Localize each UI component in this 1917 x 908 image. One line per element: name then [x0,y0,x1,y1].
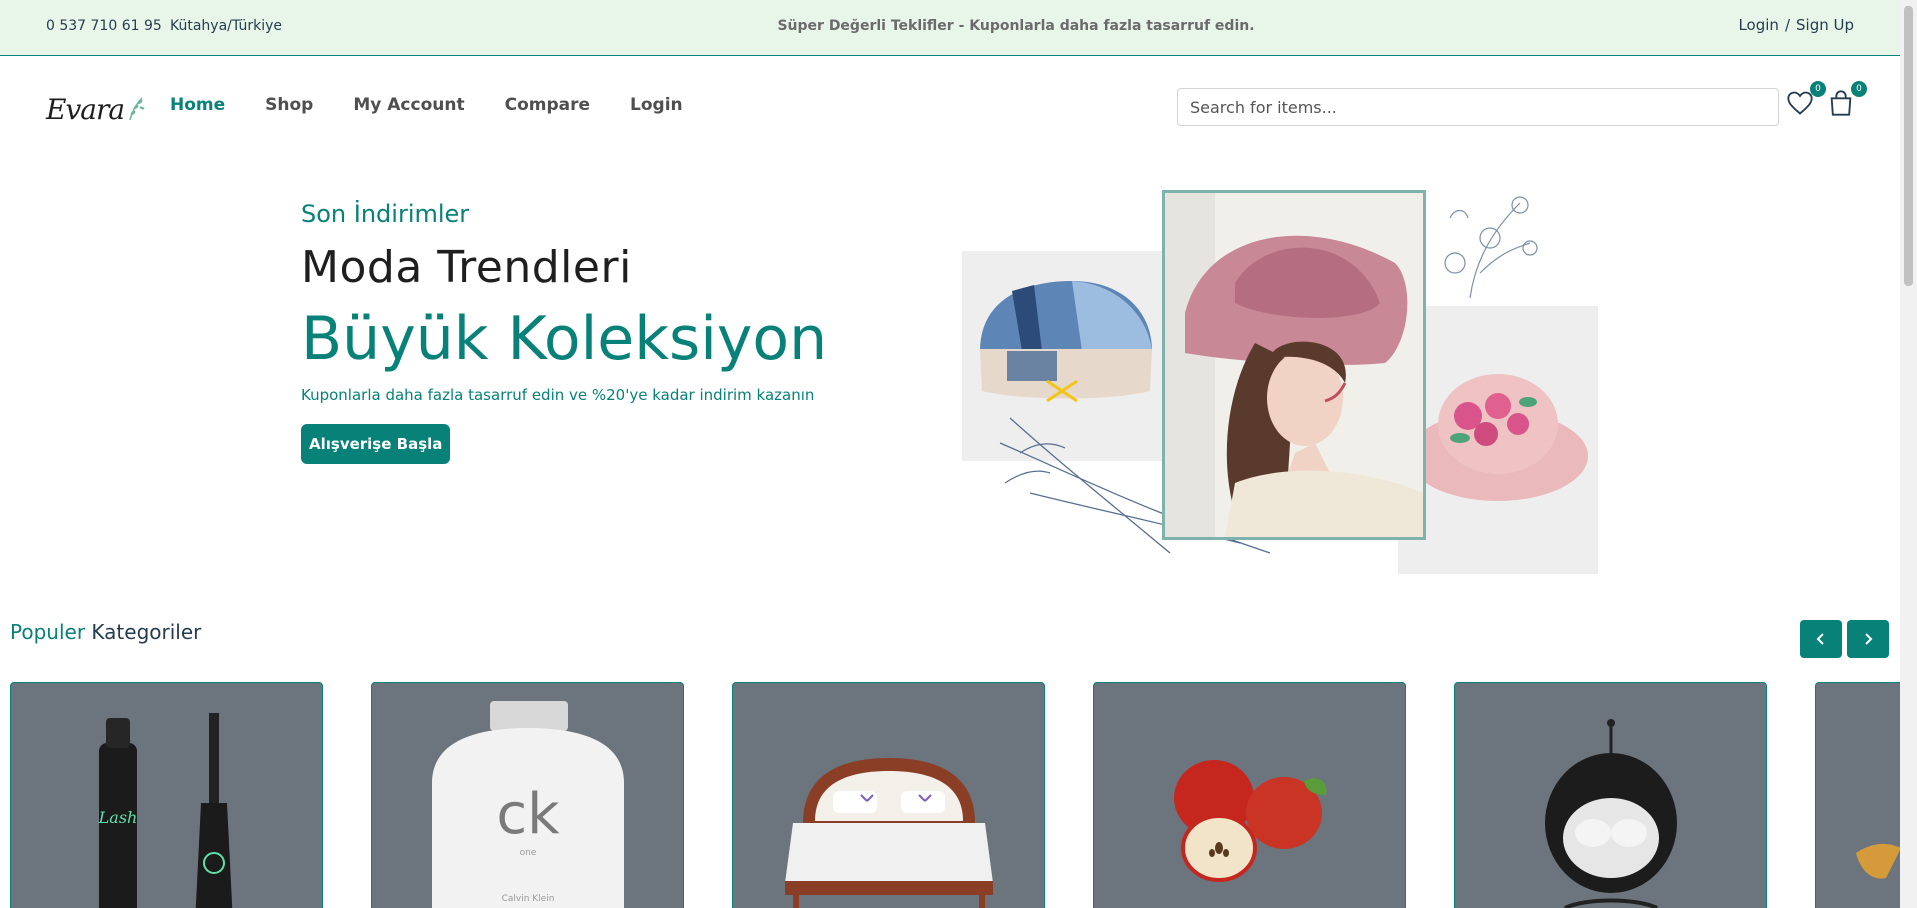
category-card-mascara[interactable]: Lash [10,682,323,908]
woman-hat-photo [1162,190,1426,540]
category-card-fruit[interactable] [1093,682,1406,908]
cart-count-badge: 0 [1851,81,1867,97]
categories-title: Populer Kategoriler [10,620,201,644]
category-card-perfume[interactable]: ck one Calvin Klein [371,682,684,908]
svg-text:Lash: Lash [98,808,138,827]
hero-description: Kuponlarla daha fazla tasarruf edin ve %… [301,386,815,404]
hero-image [960,188,1600,574]
pink-hat-image [1408,374,1588,501]
carousel-next-button[interactable] [1847,620,1889,658]
shop-now-button[interactable]: Alışverişe Başla [301,424,451,464]
svg-text:Calvin Klein: Calvin Klein [502,894,555,904]
wishlist-count-badge: 0 [1810,81,1826,97]
nav-my-account[interactable]: My Account [353,95,464,115]
main-header: Evara Home Shop My Account Compare Login… [0,57,1900,157]
nav-login[interactable]: Login [630,95,683,115]
search-input[interactable] [1177,88,1779,126]
svg-text:one: one [520,848,537,858]
pink-hat-panel [1398,306,1598,574]
shopping-bag-icon [1830,90,1852,116]
categories-title-rest: Kategoriler [91,620,202,644]
chevron-left-icon [1816,633,1824,645]
top-bar: 0 537 710 61 95 Kütahya/Türkiye Süper De… [0,0,1900,56]
hero-headline: Büyük Koleksiyon [301,304,828,374]
promo-text: Süper Değerli Teklifler - Kuponlarla dah… [777,18,1255,34]
category-carousel: Lash ck one Calvin Klein [10,682,1900,908]
perfume-image: ck one Calvin Klein [432,701,624,908]
carousel-prev-button[interactable] [1800,620,1842,658]
flower-sketch-decoration [1444,196,1538,299]
hero-title: Moda Trendleri [301,242,632,293]
nav-shop[interactable]: Shop [265,95,313,115]
chevron-right-icon [1865,633,1873,645]
apples-image [1174,760,1327,882]
heart-icon [1787,91,1813,115]
category-card-decor[interactable] [1454,682,1767,908]
mascara-image: Lash [98,713,233,908]
topbar-login-link[interactable]: Login [1738,16,1778,34]
bed-image [785,758,993,908]
category-card-furniture[interactable] [732,682,1045,908]
leaf-icon [129,97,145,121]
svg-text:ck: ck [496,782,560,847]
woman-pink-hat-image [1165,193,1423,537]
auth-separator: / [1784,16,1790,34]
logo-text: Evara [46,92,125,126]
auth-links: Login / Sign Up [1738,16,1854,34]
logo[interactable]: Evara [46,89,146,129]
topbar-signup-link[interactable]: Sign Up [1796,16,1854,34]
wishlist-button[interactable]: 0 [1786,81,1826,121]
categories-title-accent: Populer [10,620,86,644]
category-card-partial[interactable] [1815,682,1900,908]
partial-product-image [1856,843,1900,879]
page-scrollbar[interactable] [1900,0,1917,908]
cart-button[interactable]: 0 [1827,81,1867,121]
hanging-chair-image [1545,719,1677,908]
nav-home[interactable]: Home [170,95,225,115]
scrollbar-thumb[interactable] [1904,6,1913,286]
nav-compare[interactable]: Compare [505,95,590,115]
main-nav: Home Shop My Account Compare Login [170,95,683,115]
hero-subtitle: Son İndirimler [301,200,470,228]
